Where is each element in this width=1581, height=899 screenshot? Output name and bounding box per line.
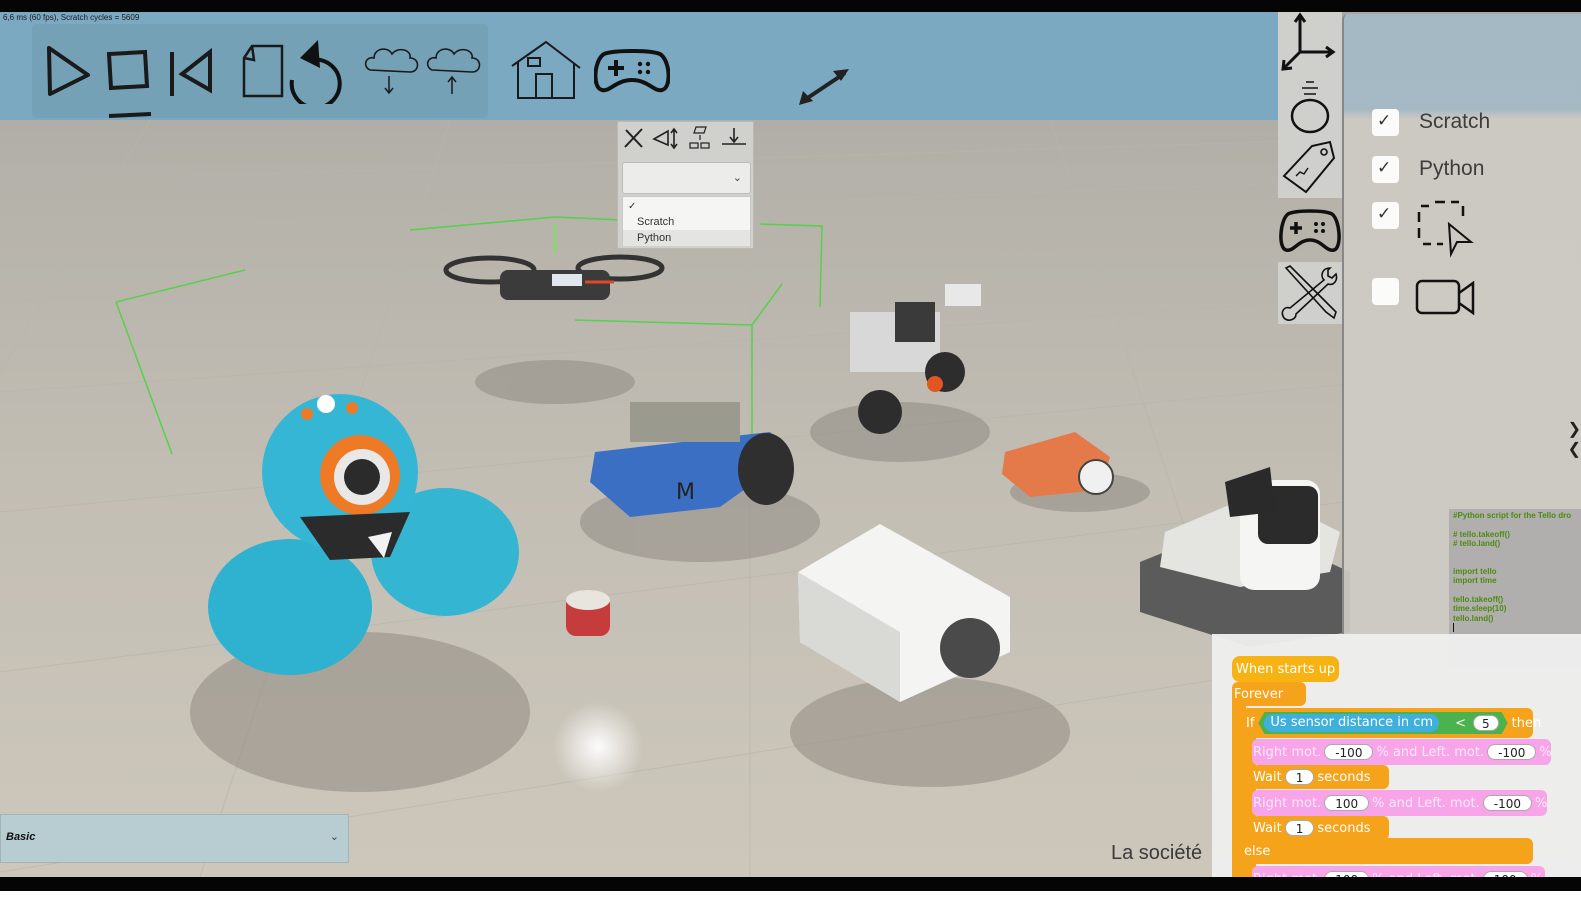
wait-seconds-input[interactable]: 1 <box>1284 769 1315 785</box>
left-motor-input[interactable]: -100 <box>1487 744 1537 760</box>
mode-select[interactable]: Basic ⌄ <box>0 814 349 863</box>
step-back-icon[interactable] <box>166 46 216 100</box>
language-option-python[interactable]: Python <box>623 230 750 246</box>
check-icon: ✓ <box>628 201 637 212</box>
language-option-scratch[interactable]: Scratch <box>623 214 750 230</box>
option-python[interactable]: ✓ Python <box>1372 154 1484 184</box>
python-label: Python <box>1419 157 1485 180</box>
can-model[interactable] <box>566 590 610 636</box>
option-selection[interactable]: ✓ <box>1372 200 1475 258</box>
code-line: # tello.takeoff() <box>1453 529 1510 539</box>
right-motor-input[interactable]: 100 <box>1324 795 1370 811</box>
thymio-robot-model[interactable] <box>798 524 1010 702</box>
chevron-down-icon: ⌄ <box>329 831 339 843</box>
motor-block[interactable]: Right mot. -100 % and Left. mot. -100 % <box>1252 739 1552 765</box>
cloud-download-icon[interactable] <box>362 42 420 98</box>
play-icon[interactable] <box>44 42 94 100</box>
code-line: tello.takeoff() <box>1453 594 1504 604</box>
object-properties-popup: ⌄ ✓ Scratch Python <box>617 121 754 249</box>
option-scratch[interactable]: ✓ Scratch <box>1372 107 1490 137</box>
gamepad-icon[interactable] <box>593 48 671 94</box>
wait-block[interactable]: Wait 1 seconds <box>1252 765 1389 789</box>
scratch-editor[interactable]: When starts up Forever If Us sensor dist… <box>1212 634 1581 891</box>
when-starts-up-block[interactable]: When starts up <box>1232 656 1340 682</box>
camera-icon <box>1415 279 1475 316</box>
chevron-down-icon: ⌄ <box>732 172 742 184</box>
selection-cursor-icon <box>1417 200 1474 258</box>
motor-block[interactable]: Right mot. 100 % and Left. mot. -100 % <box>1252 790 1547 816</box>
compare-value-input[interactable]: 5 <box>1473 715 1499 731</box>
less-than-operator[interactable]: Us sensor distance in cm < 5 <box>1258 712 1507 734</box>
text-cursor <box>1453 623 1454 632</box>
mode-select-value: Basic <box>6 831 36 843</box>
window-bottom-bar <box>0 877 1581 891</box>
ground-icon[interactable] <box>720 125 748 151</box>
forever-block[interactable]: Forever <box>1232 682 1306 706</box>
us-sensor-reporter[interactable]: Us sensor distance in cm <box>1264 714 1439 732</box>
axes-icon[interactable] <box>1278 12 1342 74</box>
company-label: La société <box>1111 842 1203 864</box>
scale-icon[interactable] <box>652 125 680 151</box>
svg-text:M: M <box>676 480 695 505</box>
right-motor-input[interactable]: -100 <box>1324 744 1374 760</box>
python-checkbox[interactable]: ✓ <box>1372 155 1399 183</box>
tank-robot-model[interactable] <box>1140 467 1350 647</box>
gamepad-icon[interactable] <box>1278 198 1342 260</box>
edison-robot-model[interactable] <box>1002 432 1114 497</box>
code-line: # tello.land() <box>1453 539 1501 548</box>
code-line: #Python script for the Tello dro <box>1453 511 1572 520</box>
stop-icon[interactable] <box>103 42 155 120</box>
wait-block[interactable]: Wait 1 seconds <box>1252 816 1389 840</box>
code-line: time.sleep(10) <box>1453 604 1507 613</box>
code-line: import time <box>1453 576 1497 585</box>
dash-robot-model[interactable] <box>208 394 519 675</box>
new-file-icon[interactable] <box>238 42 286 100</box>
tag-icon[interactable] <box>1278 136 1342 198</box>
close-icon[interactable] <box>620 125 648 151</box>
robot-sensor-icon[interactable] <box>1278 74 1342 136</box>
check-icon: ✓ <box>1377 110 1392 130</box>
main-toolbar: 6,6 ms (60 fps), Scratch cycles = 5609 <box>0 12 1290 120</box>
align-icon[interactable] <box>686 125 714 151</box>
check-icon: ✓ <box>1377 157 1392 177</box>
mbot-model[interactable]: M <box>590 402 794 517</box>
window-top-bar <box>0 0 1581 12</box>
undo-icon[interactable] <box>288 38 354 110</box>
if-block[interactable]: If Us sensor distance in cm < 5 then <box>1242 708 1541 738</box>
check-icon: ✓ <box>1377 203 1392 223</box>
resize-arrow-icon[interactable] <box>797 67 851 107</box>
left-motor-input[interactable]: -100 <box>1482 795 1533 811</box>
else-label: else <box>1242 838 1533 864</box>
tools-icon[interactable] <box>1278 262 1342 324</box>
home-icon[interactable] <box>510 40 582 102</box>
language-option-empty[interactable]: ✓ <box>623 198 750 214</box>
cloud-upload-icon[interactable] <box>424 42 482 98</box>
scratch-label: Scratch <box>1419 110 1491 133</box>
code-line: tello.land() <box>1453 613 1494 623</box>
camera-checkbox[interactable] <box>1372 277 1399 305</box>
language-select[interactable]: ⌄ <box>622 162 751 194</box>
panel-collapse-icon[interactable]: ❯ ❮ <box>1568 419 1581 459</box>
wait-seconds-input[interactable]: 1 <box>1284 820 1315 836</box>
fps-counter: 6,6 ms (60 fps), Scratch cycles = 5609 <box>3 13 140 22</box>
option-camera[interactable] <box>1372 276 1477 316</box>
drone-model[interactable] <box>443 254 665 300</box>
selection-checkbox[interactable]: ✓ <box>1372 201 1399 229</box>
side-toolbar <box>1278 12 1342 324</box>
language-dropdown-list: ✓ Scratch Python <box>622 196 751 246</box>
scratch-checkbox[interactable]: ✓ <box>1372 108 1399 136</box>
code-line: import tello <box>1453 566 1497 576</box>
